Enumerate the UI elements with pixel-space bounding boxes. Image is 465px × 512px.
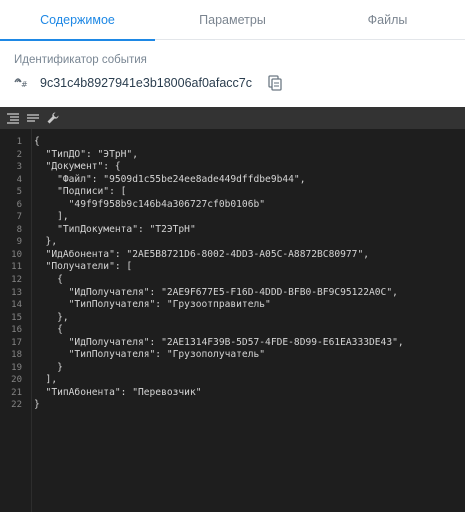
code-line: 19 } — [0, 362, 465, 375]
event-id-value: 9c31c4b8927941e3b18006af0afacc7c — [40, 76, 252, 90]
code-line: 3 "Документ": { — [0, 161, 465, 174]
code-line: 5 "Подписи": [ — [0, 186, 465, 199]
line-number: 22 — [11, 400, 22, 411]
code-line: 20 ], — [0, 374, 465, 387]
editor-toolbar — [0, 107, 465, 129]
tab-parameters-label: Параметры — [199, 13, 266, 27]
svg-text:#: # — [21, 80, 28, 88]
code-text: "ТипАбонента": "Перевозчик" — [34, 386, 202, 398]
line-number: 7 — [16, 212, 22, 223]
line-number: 9 — [16, 237, 22, 248]
tab-files-label: Файлы — [367, 13, 408, 27]
tab-bar: Содержимое Параметры Файлы — [0, 0, 465, 41]
code-text: "ИдПолучателя": "2AE9F677E5-F16D-4DDD-BF… — [34, 286, 398, 298]
line-number: 10 — [11, 249, 22, 260]
code-text: "ТипПолучателя": "Грузополучатель" — [34, 349, 266, 361]
code-text: ], — [34, 374, 58, 386]
code-text: { — [34, 274, 63, 286]
code-line: 15 }, — [0, 312, 465, 325]
json-editor[interactable]: 1{2 "ТипДО": "ЭТрН", 3 "Документ": {4 "Фа… — [0, 107, 465, 512]
code-text: }, — [34, 311, 69, 323]
code-line: 10 "ИдАбонента": "2AE5B8721D6-8002-4DD3-… — [0, 249, 465, 262]
code-line: 21 "ТипАбонента": "Перевозчик" — [0, 387, 465, 400]
line-number: 2 — [16, 149, 22, 160]
code-line: 14 "ТипПолучателя": "Грузоотправитель" — [0, 299, 465, 312]
code-line: 18 "ТипПолучателя": "Грузополучатель" — [0, 349, 465, 362]
code-line: 2 "ТипДО": "ЭТрН", — [0, 149, 465, 162]
line-number: 12 — [11, 275, 22, 286]
line-number: 19 — [11, 362, 22, 373]
code-text: "Подписи": [ — [34, 186, 127, 198]
code-text: "ТипДО": "ЭТрН", — [34, 148, 138, 160]
line-number: 17 — [11, 337, 22, 348]
line-number: 3 — [16, 162, 22, 173]
line-number: 15 — [11, 312, 22, 323]
line-number: 4 — [16, 174, 22, 185]
code-text: "ИдПолучателя": "2AE1314F39B-5D57-4FDE-8… — [34, 336, 404, 348]
code-line: 13 "ИдПолучателя": "2AE9F677E5-F16D-4DDD… — [0, 287, 465, 300]
line-number: 6 — [16, 199, 22, 210]
code-line: 12 { — [0, 274, 465, 287]
copy-icon[interactable] — [266, 74, 284, 92]
code-line: 17 "ИдПолучателя": "2AE1314F39B-5D57-4FD… — [0, 337, 465, 350]
tab-files[interactable]: Файлы — [310, 0, 465, 40]
code-text: "Получатели": [ — [34, 261, 133, 273]
code-text: "Файл": "9509d1c55be24ee8ade449dffdbe9b4… — [34, 173, 306, 185]
code-text: "ТипДокумента": "Т2ЭТрН" — [34, 223, 196, 235]
line-number: 1 — [16, 137, 22, 147]
code-text: "ИдАбонента": "2AE5B8721D6-8002-4DD3-A05… — [34, 248, 370, 260]
code-line: 9 }, — [0, 236, 465, 249]
code-text: ], — [34, 211, 69, 223]
code-line: 1{ — [0, 136, 465, 149]
compact-icon[interactable] — [24, 109, 42, 127]
code-text: }, — [34, 236, 58, 248]
code-text: } — [34, 399, 40, 411]
tab-content[interactable]: Содержимое — [0, 0, 155, 41]
line-number: 20 — [11, 375, 22, 386]
code-line: 11 "Получатели": [ — [0, 261, 465, 274]
line-number: 18 — [11, 350, 22, 361]
code-text: { — [34, 324, 63, 336]
line-number: 8 — [16, 224, 22, 235]
code-text: "ТипПолучателя": "Грузоотправитель" — [34, 299, 271, 311]
code-line: 6 "49f9f958b9c146b4a306727cf0b0106b" — [0, 199, 465, 212]
event-id-row: # 9c31c4b8927941e3b18006af0afacc7c — [14, 73, 284, 93]
line-number: 11 — [11, 262, 22, 273]
code-line: 7 ], — [0, 211, 465, 224]
signal-hash-icon: # — [14, 74, 32, 93]
event-id-label: Идентификатор события — [14, 54, 147, 66]
code-area[interactable]: 1{2 "ТипДО": "ЭТрН", 3 "Документ": {4 "Фа… — [0, 136, 465, 412]
code-line: 4 "Файл": "9509d1c55be24ee8ade449dffdbe9… — [0, 174, 465, 187]
tab-content-label: Содержимое — [40, 13, 115, 27]
line-number: 5 — [16, 187, 22, 198]
code-line: 22} — [0, 399, 465, 412]
wrench-icon[interactable] — [44, 109, 62, 127]
code-line: 16 { — [0, 324, 465, 337]
code-text: "Документ": { — [34, 161, 121, 173]
code-text: "49f9f958b9c146b4a306727cf0b0106b" — [34, 198, 266, 210]
line-number: 21 — [11, 387, 22, 398]
tab-parameters[interactable]: Параметры — [155, 0, 310, 40]
event-info-section: Идентификатор события # 9c31c4b8927941e3… — [0, 41, 465, 107]
line-number: 14 — [11, 300, 22, 311]
code-text: { — [34, 136, 40, 147]
format-icon[interactable] — [4, 109, 22, 127]
code-text: } — [34, 361, 63, 373]
line-number: 13 — [11, 287, 22, 298]
code-line: 8 "ТипДокумента": "Т2ЭТрН" — [0, 224, 465, 237]
line-number: 16 — [11, 325, 22, 336]
